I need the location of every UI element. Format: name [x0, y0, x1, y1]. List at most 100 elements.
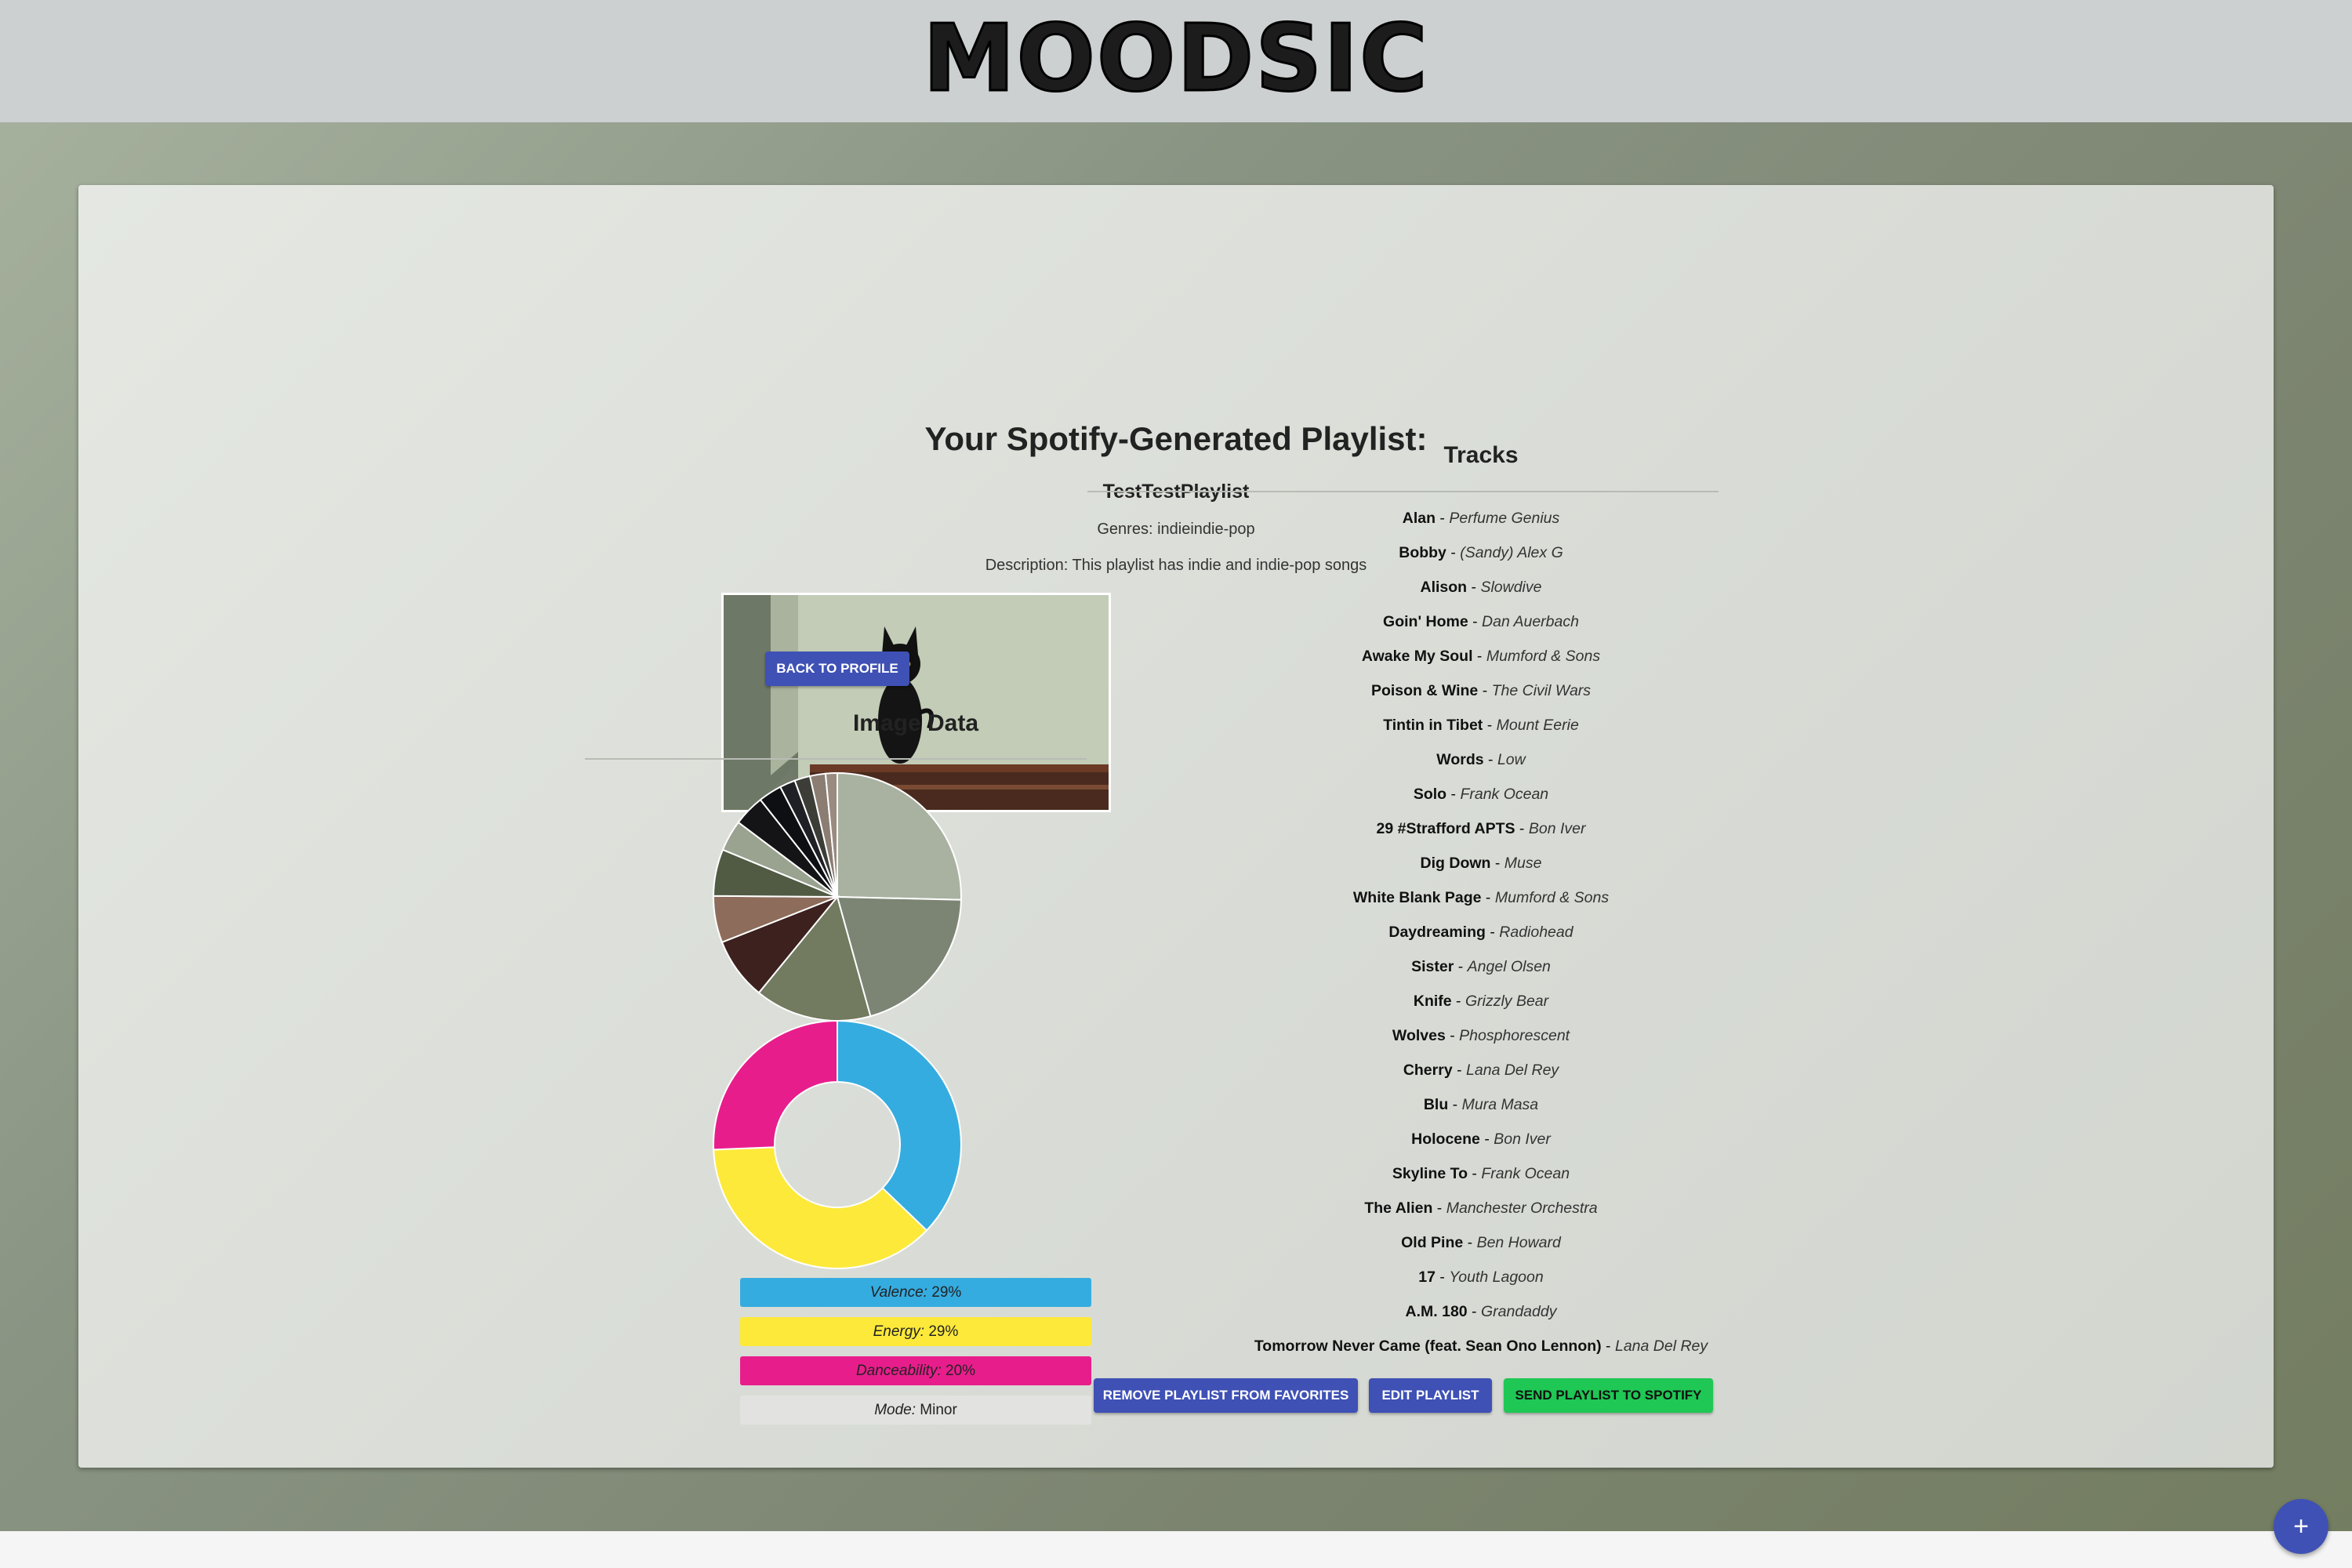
track-title: Wolves [1392, 1027, 1446, 1044]
track-title: White Blank Page [1352, 889, 1482, 906]
track-separator: - [1435, 1269, 1450, 1286]
track-row: Solo - Frank Ocean [1167, 786, 1795, 804]
valence-value: 29% [931, 1283, 962, 1301]
color-pie-slice-0[interactable] [837, 771, 962, 901]
track-separator: - [1485, 924, 1500, 941]
mode-value: Minor [920, 1401, 957, 1418]
track-title: Awake My Soul [1361, 648, 1473, 665]
track-row: A.M. 180 - Grandaddy [1167, 1303, 1795, 1321]
tracks-divider [1087, 491, 1719, 492]
track-artist: Frank Ocean [1460, 786, 1549, 803]
energy-label: Energy: [873, 1323, 925, 1340]
track-artist: Phosphorescent [1459, 1027, 1570, 1044]
tracks-title: Tracks [1443, 442, 1519, 468]
track-row: Skyline To - Frank Ocean [1167, 1165, 1795, 1183]
danceability-value: 20% [946, 1362, 976, 1379]
image-data-heading: Image Data [852, 710, 979, 736]
track-title: Daydreaming [1388, 924, 1486, 941]
mood-donut-slice-valence[interactable] [837, 1019, 962, 1232]
track-row: Words - Low [1167, 751, 1795, 769]
track-title: Solo [1413, 786, 1447, 803]
track-title: Knife [1413, 993, 1452, 1010]
track-artist: Mura Masa [1461, 1096, 1539, 1113]
track-artist: Bon Iver [1528, 820, 1586, 837]
track-row: 17 - Youth Lagoon [1167, 1269, 1795, 1287]
remove-from-favorites-button[interactable]: REMOVE PLAYLIST FROM FAVORITES [1094, 1378, 1358, 1413]
track-separator: - [1601, 1338, 1615, 1355]
track-row: Old Pine - Ben Howard [1167, 1234, 1795, 1252]
track-row: Poison & Wine - The Civil Wars [1167, 682, 1795, 700]
track-title: Words [1436, 751, 1484, 768]
track-artist: Radiohead [1499, 924, 1573, 941]
track-artist: Mumford & Sons [1486, 648, 1601, 665]
track-artist: The Civil Wars [1491, 682, 1592, 699]
track-row: Goin' Home - Dan Auerbach [1167, 613, 1795, 631]
track-title: Old Pine [1401, 1234, 1464, 1251]
track-title: Alison [1420, 579, 1468, 596]
track-artist: Ben Howard [1476, 1234, 1561, 1251]
track-separator: - [1483, 717, 1497, 734]
send-to-spotify-button[interactable]: SEND PLAYLIST TO SPOTIFY [1504, 1378, 1713, 1413]
valence-label: Valence: [869, 1283, 927, 1301]
track-separator: - [1490, 855, 1504, 872]
track-title: The Alien [1364, 1200, 1433, 1217]
track-artist: Perfume Genius [1449, 510, 1560, 527]
track-separator: - [1451, 993, 1465, 1010]
track-row: Bobby - (Sandy) Alex G [1167, 544, 1795, 562]
mood-donut-slice-energy[interactable] [713, 1146, 928, 1269]
energy-bar: Energy: 29% [740, 1317, 1091, 1346]
track-artist: Mumford & Sons [1494, 889, 1610, 906]
edit-playlist-button[interactable]: EDIT PLAYLIST [1369, 1378, 1492, 1413]
back-to-profile-button[interactable]: BACK TO PROFILE [765, 652, 909, 686]
bottom-bar [0, 1531, 2352, 1568]
track-row: Alison - Slowdive [1167, 579, 1795, 597]
track-row: Knife - Grizzly Bear [1167, 993, 1795, 1011]
track-title: A.M. 180 [1405, 1303, 1468, 1320]
track-artist: Grizzly Bear [1465, 993, 1549, 1010]
track-title: Poison & Wine [1370, 682, 1479, 699]
track-separator: - [1478, 682, 1492, 699]
track-title: Skyline To [1392, 1165, 1468, 1182]
track-title: Blu [1423, 1096, 1449, 1113]
image-data-divider [585, 758, 1087, 760]
track-title: Alan [1402, 510, 1436, 527]
track-artist: Slowdive [1480, 579, 1542, 596]
track-artist: Bon Iver [1494, 1131, 1551, 1148]
track-separator: - [1467, 579, 1481, 596]
track-title: Holocene [1411, 1131, 1480, 1148]
track-artist: Mount Eerie [1496, 717, 1579, 734]
add-fab-button[interactable]: + [2274, 1499, 2328, 1554]
track-title: 29 #Strafford APTS [1376, 820, 1515, 837]
track-row: Blu - Mura Masa [1167, 1096, 1795, 1114]
energy-value: 29% [928, 1323, 959, 1340]
track-separator: - [1446, 544, 1461, 561]
mode-bar: Mode: Minor [740, 1396, 1091, 1425]
danceability-label: Danceability: [855, 1362, 942, 1379]
track-row: White Blank Page - Mumford & Sons [1167, 889, 1795, 907]
track-separator: - [1448, 1096, 1462, 1113]
track-title: Tomorrow Never Came (feat. Sean Ono Lenn… [1254, 1338, 1602, 1355]
track-artist: Youth Lagoon [1449, 1269, 1544, 1286]
track-title: Sister [1411, 958, 1454, 975]
track-row: Awake My Soul - Mumford & Sons [1167, 648, 1795, 666]
track-separator: - [1468, 613, 1483, 630]
danceability-bar: Danceability: 20% [740, 1356, 1091, 1385]
track-separator: - [1467, 1303, 1481, 1320]
track-row: Wolves - Phosphorescent [1167, 1027, 1795, 1045]
track-title: Bobby [1399, 544, 1446, 561]
track-separator: - [1454, 958, 1468, 975]
track-artist: Manchester Orchestra [1446, 1200, 1598, 1217]
track-separator: - [1446, 786, 1461, 803]
track-artist: Grandaddy [1480, 1303, 1557, 1320]
track-separator: - [1445, 1027, 1460, 1044]
track-row: Daydreaming - Radiohead [1167, 924, 1795, 942]
valence-bar: Valence: 29% [740, 1278, 1091, 1307]
track-artist: Frank Ocean [1481, 1165, 1570, 1182]
top-app-bar: MOODSIC [0, 0, 2352, 122]
track-row: Tomorrow Never Came (feat. Sean Ono Lenn… [1167, 1338, 1795, 1356]
track-artist: Angel Olsen [1467, 958, 1551, 975]
app-logo[interactable]: MOODSIC [922, 3, 1428, 114]
mood-donut-slice-danceability[interactable] [713, 1019, 838, 1151]
track-artist: Muse [1504, 855, 1542, 872]
track-title: Tintin in Tibet [1383, 717, 1483, 734]
